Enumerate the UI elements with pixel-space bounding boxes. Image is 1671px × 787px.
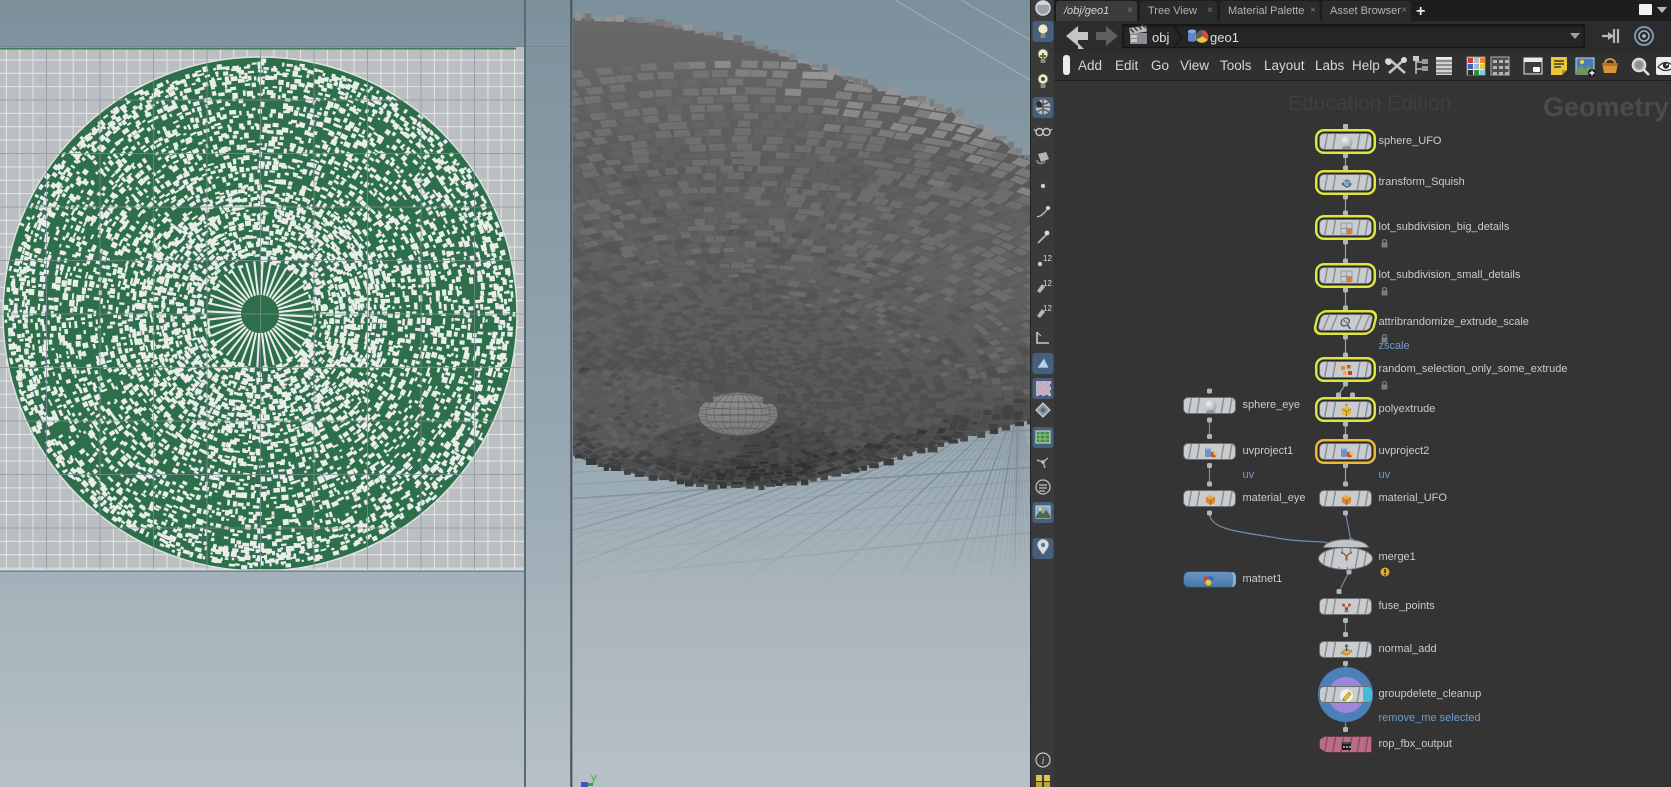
svg-text:12: 12 bbox=[1043, 279, 1052, 288]
svg-text:i: i bbox=[1042, 756, 1045, 767]
svg-text:y: y bbox=[591, 772, 597, 784]
svg-text:12: 12 bbox=[1043, 254, 1052, 263]
svg-text:12: 12 bbox=[1043, 304, 1052, 313]
